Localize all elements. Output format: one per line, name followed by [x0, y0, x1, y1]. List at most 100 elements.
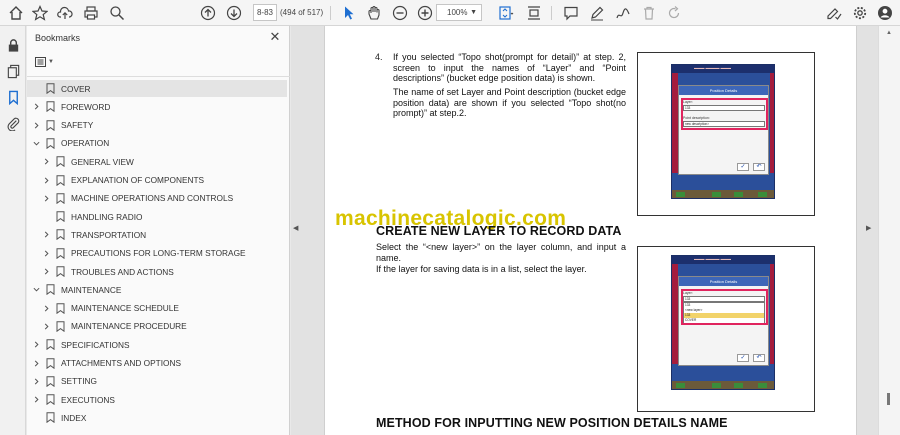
- dialog-title: Position Details: [679, 86, 768, 95]
- bookmark-item[interactable]: OPERATION: [27, 135, 287, 152]
- chevron-right-icon[interactable]: [32, 102, 41, 111]
- bookmark-label: MACHINE OPERATIONS AND CONTROLS: [71, 193, 234, 204]
- screenshot-position-details-2: ▬▬▬ ▬▬▬▬ ▬▬▬ Position Details Layer: 133…: [637, 246, 815, 412]
- redo-icon[interactable]: [664, 3, 684, 23]
- page-number-input[interactable]: 8-83: [253, 4, 277, 21]
- chevron-right-icon[interactable]: [42, 194, 51, 203]
- chevron-right-icon[interactable]: [32, 377, 41, 386]
- cloud-upload-icon[interactable]: [55, 3, 75, 23]
- bookmark-label: OPERATION: [61, 138, 110, 149]
- bookmark-label: ATTACHMENTS AND OPTIONS: [61, 358, 182, 368]
- bookmark-item[interactable]: ATTACHMENTS AND OPTIONS: [27, 355, 287, 372]
- back-arrow-icon: ↶: [753, 163, 765, 171]
- zoom-out-icon[interactable]: [390, 3, 410, 23]
- bookmark-icon: [46, 83, 55, 94]
- collapse-panel-arrow-icon[interactable]: ◀: [293, 224, 298, 232]
- bookmark-label: FOREWORD: [61, 101, 111, 112]
- screen-header: ▬▬▬ ▬▬▬▬ ▬▬▬: [672, 65, 774, 73]
- settings-icon[interactable]: [850, 3, 870, 23]
- expand-panel-arrow-icon[interactable]: ▶: [866, 224, 871, 232]
- highlight-pen-icon[interactable]: [587, 3, 607, 23]
- chevron-down-icon[interactable]: [32, 139, 41, 148]
- bookmark-icon: [46, 284, 55, 296]
- chevron-right-icon[interactable]: [42, 176, 51, 185]
- scroll-mode-icon[interactable]: [524, 3, 544, 23]
- bookmark-icon: [56, 156, 65, 168]
- ok-check-icon: ✓: [737, 354, 749, 362]
- bookmark-label: TRANSPORTATION: [71, 229, 147, 240]
- fit-page-icon[interactable]: [496, 3, 516, 23]
- lock-icon[interactable]: [4, 36, 22, 54]
- chevron-right-icon[interactable]: [42, 230, 51, 239]
- bookmark-item[interactable]: MACHINE OPERATIONS AND CONTROLS: [27, 190, 287, 207]
- bookmark-label: HANDLING RADIO: [71, 211, 143, 222]
- screen-header-title: ▬▬▬ ▬▬▬▬ ▬▬▬: [694, 66, 731, 70]
- chevron-right-icon[interactable]: [42, 322, 51, 331]
- step-text-2: The name of set Layer and Point descript…: [393, 87, 626, 118]
- edit-sign-icon[interactable]: [824, 3, 844, 23]
- hand-tool-icon[interactable]: [364, 3, 384, 23]
- home-icon[interactable]: [6, 3, 26, 23]
- prev-page-icon[interactable]: [198, 3, 218, 23]
- bookmark-item[interactable]: GENERAL VIEW: [27, 153, 287, 170]
- bookmark-item[interactable]: HANDLING RADIO: [27, 208, 287, 225]
- chevron-right-icon[interactable]: [32, 395, 41, 404]
- bookmark-item[interactable]: SAFETY: [27, 117, 287, 134]
- close-icon[interactable]: ✕: [268, 30, 282, 44]
- chevron-right-icon[interactable]: [42, 249, 51, 258]
- scrollbar-thumb[interactable]: [887, 393, 890, 405]
- search-zoom-icon[interactable]: [107, 3, 127, 23]
- comment-icon[interactable]: [561, 3, 581, 23]
- bookmark-item[interactable]: TRANSPORTATION: [27, 226, 287, 243]
- bookmark-item[interactable]: SETTING: [27, 373, 287, 390]
- draw-icon[interactable]: [613, 3, 633, 23]
- pdf-page: 4. If you selected “Topo shot(prompt for…: [324, 26, 857, 435]
- chevron-right-icon[interactable]: [32, 359, 41, 368]
- navigation-strip: [0, 26, 26, 435]
- bookmark-item[interactable]: EXPLANATION OF COMPONENTS: [27, 172, 287, 189]
- heading-method-new-position: METHOD FOR INPUTTING NEW POSITION DETAIL…: [376, 416, 728, 430]
- bookmark-icon: [46, 412, 55, 424]
- star-bookmark-icon[interactable]: [30, 3, 50, 23]
- zoom-in-icon[interactable]: [415, 3, 435, 23]
- bookmarks-panel-icon[interactable]: [4, 88, 22, 106]
- chevron-right-icon[interactable]: [32, 340, 41, 349]
- screen-footer: [672, 381, 774, 389]
- bookmark-item[interactable]: SPECIFICATIONS: [27, 336, 287, 353]
- zoom-level-select[interactable]: 100% ▼: [436, 4, 482, 21]
- position-details-dialog: Position Details Layer: 133 Point descri…: [678, 85, 769, 175]
- bookmark-item[interactable]: EXECUTIONS: [27, 391, 287, 408]
- bookmark-item[interactable]: FOREWORD: [27, 98, 287, 115]
- highlight-box: [681, 98, 768, 130]
- page-count: (494 of 517): [280, 8, 324, 17]
- next-page-icon[interactable]: [224, 3, 244, 23]
- delete-trash-icon[interactable]: [639, 3, 659, 23]
- bookmark-icon: [46, 339, 55, 351]
- chevron-down-icon[interactable]: [32, 285, 41, 294]
- bookmark-item[interactable]: MAINTENANCE SCHEDULE: [27, 300, 287, 317]
- bookmarks-panel: Bookmarks ✕ ▼ COVER FOREWORD SAFETY OPERATI…: [27, 26, 290, 435]
- bookmark-item[interactable]: TROUBLES AND ACTIONS: [27, 263, 287, 280]
- account-avatar-icon[interactable]: [875, 3, 895, 23]
- bookmark-item[interactable]: COVER: [27, 80, 287, 97]
- select-cursor-icon[interactable]: [339, 3, 359, 23]
- page-thumbnails-icon[interactable]: [4, 62, 22, 80]
- vertical-scrollbar[interactable]: ▲: [878, 26, 900, 435]
- device-screen: ▬▬▬ ▬▬▬▬ ▬▬▬ Position Details Layer: 133…: [671, 64, 775, 199]
- bookmark-item[interactable]: MAINTENANCE: [27, 281, 287, 298]
- screen-header-title: ▬▬▬ ▬▬▬▬ ▬▬▬: [694, 257, 731, 261]
- bookmark-item[interactable]: INDEX: [27, 409, 287, 426]
- chevron-right-icon[interactable]: [42, 304, 51, 313]
- bookmark-item[interactable]: PRECAUTIONS FOR LONG-TERM STORAGE: [27, 245, 287, 262]
- bookmark-item[interactable]: MAINTENANCE PROCEDURE: [27, 318, 287, 335]
- chevron-right-icon[interactable]: [42, 267, 51, 276]
- bookmark-label: EXECUTIONS: [61, 394, 115, 405]
- print-icon[interactable]: [81, 3, 101, 23]
- attachment-paperclip-icon[interactable]: [4, 114, 22, 132]
- scroll-up-icon[interactable]: ▲: [886, 30, 892, 36]
- bookmark-options-menu[interactable]: ▼: [35, 55, 57, 69]
- bookmark-icon: [46, 357, 55, 369]
- chevron-right-icon[interactable]: [42, 157, 51, 166]
- chevron-right-icon[interactable]: [32, 121, 41, 130]
- screen-side-bar: [770, 73, 774, 173]
